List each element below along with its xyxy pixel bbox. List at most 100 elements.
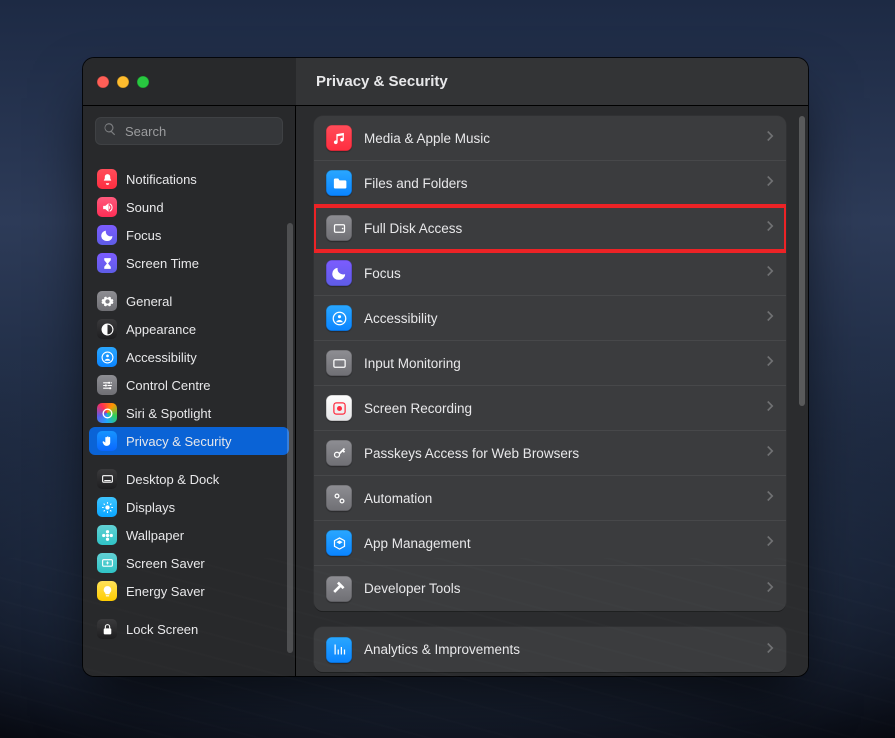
music-icon [326, 125, 352, 151]
row-a11y[interactable]: Accessibility [314, 296, 786, 341]
lock-icon [97, 619, 117, 639]
key-icon [326, 440, 352, 466]
row-label: Accessibility [364, 311, 754, 326]
chevron-right-icon [766, 580, 774, 598]
row-label: Screen Recording [364, 401, 754, 416]
sidebar-item-label: Control Centre [126, 378, 211, 393]
content-panel: Media & Apple Music Files and Folders Full… [296, 106, 808, 676]
row-files[interactable]: Files and Folders [314, 161, 786, 206]
search-icon [103, 122, 117, 141]
close-button[interactable] [97, 76, 109, 88]
sparkle-icon [97, 553, 117, 573]
sidebar-item-accessibility[interactable]: Accessibility [89, 343, 289, 371]
bell-icon [97, 169, 117, 189]
titlebar: Privacy & Security [296, 58, 808, 106]
sidebar-item-sound[interactable]: Sound [89, 193, 289, 221]
row-label: Media & Apple Music [364, 131, 754, 146]
sliders-icon [97, 375, 117, 395]
zoom-button[interactable] [137, 76, 149, 88]
sidebar-item-screensaver[interactable]: Screen Saver [89, 549, 289, 577]
sidebar-item-focus[interactable]: Focus [89, 221, 289, 249]
chevron-right-icon [766, 534, 774, 552]
row-fulldisk[interactable]: Full Disk Access [314, 206, 786, 251]
speaker-icon [97, 197, 117, 217]
moon-icon [97, 225, 117, 245]
folder-icon [326, 170, 352, 196]
sidebar-item-displays[interactable]: Displays [89, 493, 289, 521]
gear-icon [97, 291, 117, 311]
chevron-right-icon [766, 399, 774, 417]
row-label: Passkeys Access for Web Browsers [364, 446, 754, 461]
sidebar-item-label: Desktop & Dock [126, 472, 219, 487]
sun-icon [97, 497, 117, 517]
sidebar-item-label: Notifications [126, 172, 197, 187]
contrast-icon [97, 319, 117, 339]
sidebar-item-label: Screen Time [126, 256, 199, 271]
sidebar-item-siri[interactable]: Siri & Spotlight [89, 399, 289, 427]
search-field[interactable] [95, 117, 283, 145]
disk-icon [326, 215, 352, 241]
sidebar-item-label: Lock Screen [126, 622, 198, 637]
record-icon [326, 395, 352, 421]
sidebar-item-label: Energy Saver [126, 584, 205, 599]
chevron-right-icon [766, 219, 774, 237]
row-screenrec[interactable]: Screen Recording [314, 386, 786, 431]
content-scrollbar[interactable] [799, 116, 805, 406]
sidebar-item-label: Privacy & Security [126, 434, 231, 449]
sidebar-item-energy[interactable]: Energy Saver [89, 577, 289, 605]
row-label: Automation [364, 491, 754, 506]
row-label: Analytics & Improvements [364, 642, 754, 657]
row-analytics[interactable]: Analytics & Improvements [314, 627, 786, 672]
row-label: Full Disk Access [364, 221, 754, 236]
sidebar-list: Notifications Sound Focus Screen Time Genera… [83, 153, 295, 676]
row-label: Developer Tools [364, 581, 754, 596]
sidebar-item-label: Focus [126, 228, 161, 243]
window-controls [83, 58, 296, 106]
sidebar-item-wallpaper[interactable]: Wallpaper [89, 521, 289, 549]
flower-icon [97, 525, 117, 545]
sidebar-item-label: Appearance [126, 322, 196, 337]
hammer-icon [326, 576, 352, 602]
row-inputmon[interactable]: Input Monitoring [314, 341, 786, 386]
sidebar-item-label: Sound [126, 200, 164, 215]
system-settings-window: Privacy & Security Notifications Sound Foc… [83, 58, 808, 676]
row-automation[interactable]: Automation [314, 476, 786, 521]
chart-icon [326, 637, 352, 663]
minimize-button[interactable] [117, 76, 129, 88]
sidebar-item-screentime[interactable]: Screen Time [89, 249, 289, 277]
sidebar-item-controlcentre[interactable]: Control Centre [89, 371, 289, 399]
sidebar: Notifications Sound Focus Screen Time Genera… [83, 106, 296, 676]
hourglass-icon [97, 253, 117, 273]
chevron-right-icon [766, 444, 774, 462]
chevron-right-icon [766, 354, 774, 372]
keyboard-icon [326, 350, 352, 376]
sidebar-item-label: Accessibility [126, 350, 197, 365]
gears-icon [326, 485, 352, 511]
chevron-right-icon [766, 129, 774, 147]
sidebar-item-privacy[interactable]: Privacy & Security [89, 427, 289, 455]
chevron-right-icon [766, 641, 774, 659]
sidebar-item-appearance[interactable]: Appearance [89, 315, 289, 343]
row-appmgmt[interactable]: App Management [314, 521, 786, 566]
row-devtools[interactable]: Developer Tools [314, 566, 786, 611]
row-label: Focus [364, 266, 754, 281]
sidebar-item-general[interactable]: General [89, 287, 289, 315]
row-label: Input Monitoring [364, 356, 754, 371]
row-passkeys[interactable]: Passkeys Access for Web Browsers [314, 431, 786, 476]
sidebar-item-label: General [126, 294, 172, 309]
row-focus[interactable]: Focus [314, 251, 786, 296]
sidebar-item-notifications[interactable]: Notifications [89, 165, 289, 193]
search-input[interactable] [123, 123, 303, 140]
sidebar-item-label: Displays [126, 500, 175, 515]
row-label: App Management [364, 536, 754, 551]
dock-icon [97, 469, 117, 489]
person-icon [326, 305, 352, 331]
sidebar-item-desktopdock[interactable]: Desktop & Dock [89, 465, 289, 493]
page-title: Privacy & Security [316, 73, 448, 90]
sidebar-scrollbar[interactable] [287, 223, 293, 653]
sidebar-item-label: Screen Saver [126, 556, 205, 571]
person-icon [97, 347, 117, 367]
sidebar-item-lockscreen[interactable]: Lock Screen [89, 615, 289, 643]
sidebar-item-label: Siri & Spotlight [126, 406, 211, 421]
row-media[interactable]: Media & Apple Music [314, 116, 786, 161]
